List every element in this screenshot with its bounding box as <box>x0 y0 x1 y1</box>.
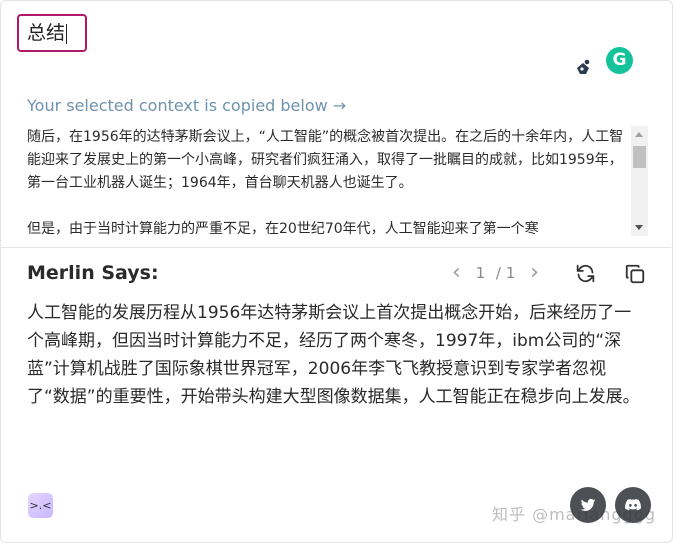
chevron-left-icon[interactable]: ‹ <box>452 262 461 284</box>
selected-context: 随后，在1956年的达特茅斯会议上，“人工智能”的概念被首次提出。在之后的十余年… <box>27 126 625 236</box>
merlin-answer: 人工智能的发展历程从1956年达特茅斯会议上首次提出概念开始，后来经历了一个高峰… <box>27 303 640 407</box>
pager-total: / 1 <box>495 264 516 282</box>
discord-button[interactable] <box>615 487 651 523</box>
scroll-down-icon[interactable] <box>635 225 643 230</box>
emoji-icon[interactable]: >.< <box>28 493 53 518</box>
grammarly-icon[interactable]: G <box>606 47 633 74</box>
extension-icon[interactable] <box>574 58 592 76</box>
text-caret <box>66 23 68 44</box>
context-scrollbar[interactable] <box>631 126 648 236</box>
prompt-input[interactable]: 总结 <box>17 14 87 52</box>
context-paragraph: 随后，在1956年的达特茅斯会议上，“人工智能”的概念被首次提出。在之后的十余年… <box>27 129 624 191</box>
response-pager: ‹ 1 / 1 › <box>452 262 539 286</box>
divider <box>0 247 671 248</box>
context-hint: Your selected context is copied below → <box>27 96 347 115</box>
twitter-button[interactable] <box>570 487 606 523</box>
refresh-icon[interactable] <box>575 263 596 284</box>
context-paragraph: 但是，由于当时计算能力的严重不足，在20世纪70年代，人工智能迎来了第一个寒 <box>27 221 539 236</box>
scroll-up-icon[interactable] <box>635 132 643 137</box>
twitter-icon <box>580 498 596 511</box>
discord-icon <box>625 499 641 511</box>
copy-icon[interactable] <box>624 263 646 285</box>
chevron-right-icon[interactable]: › <box>530 262 539 284</box>
scroll-thumb[interactable] <box>633 146 646 168</box>
pager-current: 1 <box>475 264 486 282</box>
prompt-input-value: 总结 <box>27 22 66 44</box>
merlin-title: Merlin Says: <box>27 262 159 284</box>
